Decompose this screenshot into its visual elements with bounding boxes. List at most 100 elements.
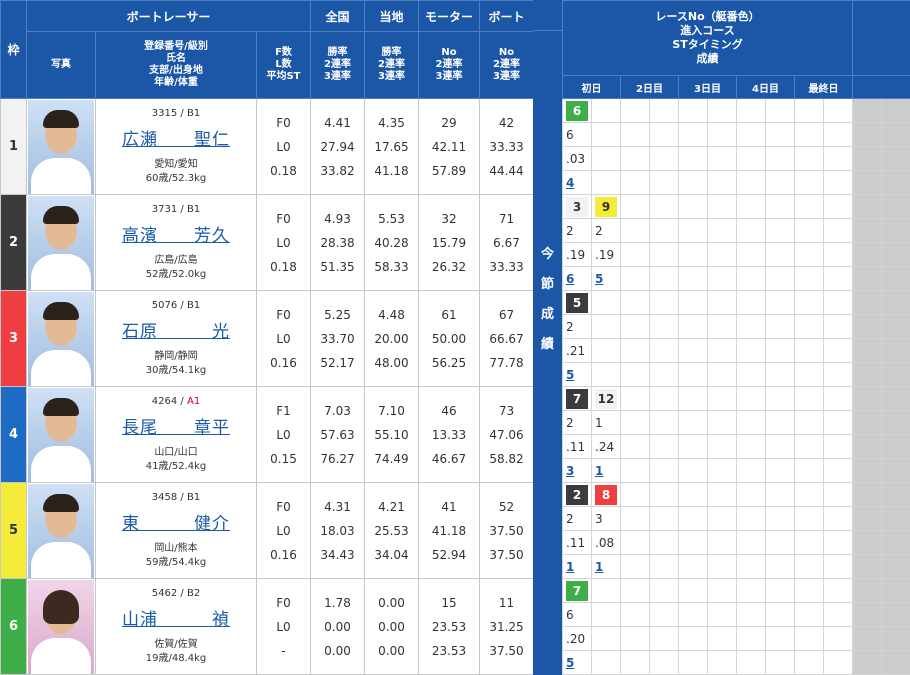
reg-class: 3731 / B1 <box>100 204 252 215</box>
racer-class: A1 <box>186 395 201 407</box>
series-cell <box>765 362 795 387</box>
motor-stats-value: 46 <box>441 403 457 418</box>
series-cell <box>852 626 883 651</box>
series-cell: 6 <box>562 602 592 627</box>
race-result-link[interactable]: 5 <box>566 656 574 670</box>
race-result-link[interactable]: 1 <box>566 560 574 574</box>
race-number-badge: 3 <box>566 196 588 217</box>
motor-stats-value: 57.89 <box>431 163 467 178</box>
series-cell <box>765 314 795 339</box>
motor-stats-value: 61 <box>441 307 457 322</box>
racer-name-link[interactable]: 東 健介 <box>100 509 252 534</box>
st-timing: .24 <box>595 439 615 454</box>
race-number-badge: 6 <box>566 100 588 121</box>
series-line: 2 <box>562 314 910 339</box>
local-stats-value: 4.21 <box>378 499 405 514</box>
series-cell <box>736 482 766 507</box>
motor-stats-value: 41.18 <box>431 523 467 538</box>
photo-hair <box>43 589 79 624</box>
race-result-link[interactable]: 1 <box>595 464 603 478</box>
series-cell: 7 <box>562 578 592 603</box>
race-result-link[interactable]: 3 <box>566 464 574 478</box>
series-cell <box>649 530 679 555</box>
avg-st: 0.15 <box>270 451 297 466</box>
photo-background <box>28 195 94 290</box>
series-cell <box>822 554 854 579</box>
series-cell <box>649 218 679 243</box>
race-result-link[interactable]: 5 <box>566 368 574 382</box>
series-cell <box>620 530 650 555</box>
racer-name-link[interactable]: 長尾 章平 <box>100 413 252 438</box>
boat-stats-value: 11 <box>498 595 515 610</box>
waku-header: 枠 <box>0 0 27 99</box>
series-cell <box>649 98 679 123</box>
series-cell <box>707 122 737 147</box>
series-cell <box>736 218 766 243</box>
series-cell <box>794 386 824 411</box>
series-cell <box>707 506 737 531</box>
national-stats-value: 4.93 <box>324 211 351 226</box>
series-cell <box>707 314 737 339</box>
series-cell <box>765 602 795 627</box>
series-cell: 4 <box>562 170 592 195</box>
series-cell <box>765 266 795 291</box>
series-cell <box>678 242 708 267</box>
racer-photo <box>26 482 96 579</box>
series-cell <box>620 578 650 603</box>
national-stats-value: 27.94 <box>320 139 355 154</box>
series-cell <box>707 578 737 603</box>
reg-class: 3458 / B1 <box>100 492 252 503</box>
boat-stats-value: 67 <box>498 307 515 322</box>
racer-row: 1 3315 / B1 広瀬 聖仁 愛知/愛知 60歳/52.3kg F0 L0 0.18 4.… <box>0 98 535 195</box>
series-cell <box>881 482 910 507</box>
race-result-link[interactable]: 4 <box>566 176 574 190</box>
national-stats-value: 1.78 <box>324 595 351 610</box>
series-cell <box>736 434 766 459</box>
national-stats: 1.78 0.00 0.00 <box>310 578 366 675</box>
motor-stats: 32 15.79 26.32 <box>418 194 481 291</box>
series-cell <box>852 578 883 603</box>
race-result-link[interactable]: 6 <box>566 272 574 286</box>
local-stats-value: 25.53 <box>374 523 409 538</box>
series-cell <box>794 122 824 147</box>
motor-stats-value: 13.33 <box>431 427 467 442</box>
series-line: .11 .08 <box>562 530 910 555</box>
series-cell <box>736 410 766 435</box>
racer-row: 5 3458 / B1 東 健介 岡山/熊本 59歳/54.4kg F0 L0 0.16 4.3… <box>0 482 535 579</box>
racer-photo <box>26 578 96 675</box>
series-line: 39 <box>562 194 910 219</box>
waku-number: 5 <box>0 482 27 579</box>
series-cell <box>852 482 883 507</box>
series-cell <box>794 482 824 507</box>
photo-uniform <box>31 637 91 674</box>
fl-stats: F0 L0 0.18 <box>255 98 312 195</box>
series-cell: 3 <box>562 194 592 219</box>
racer-name-link[interactable]: 高濱 芳久 <box>100 221 252 246</box>
series-cell <box>736 602 766 627</box>
series-cell <box>707 362 737 387</box>
series-cell <box>736 626 766 651</box>
racer-photo <box>26 98 96 195</box>
series-legend-blank <box>852 0 910 76</box>
series-cell <box>678 194 708 219</box>
national-stats-value: 52.17 <box>320 355 355 370</box>
series-cell <box>678 146 708 171</box>
national-stats: 5.25 33.70 52.17 <box>310 290 366 387</box>
series-cell <box>649 338 679 363</box>
series-cell <box>794 578 824 603</box>
l-count: L0 <box>276 427 291 442</box>
racer-name-link[interactable]: 広瀬 聖仁 <box>100 125 252 150</box>
series-cell <box>736 530 766 555</box>
national-stats-value: 7.03 <box>324 403 351 418</box>
series-cell: 7 <box>562 386 592 411</box>
series-cell <box>765 506 795 531</box>
boat-stats: 42 33.33 44.44 <box>479 98 535 195</box>
racer-name-link[interactable]: 石原 光 <box>100 317 252 342</box>
series-cell <box>620 218 650 243</box>
series-cell <box>591 650 621 675</box>
race-result-link[interactable]: 5 <box>595 272 603 286</box>
race-result-link[interactable]: 1 <box>595 560 603 574</box>
racer-name-link[interactable]: 山浦 禎 <box>100 605 252 630</box>
local-stats: 0.00 0.00 0.00 <box>364 578 420 675</box>
series-cell <box>649 650 679 675</box>
